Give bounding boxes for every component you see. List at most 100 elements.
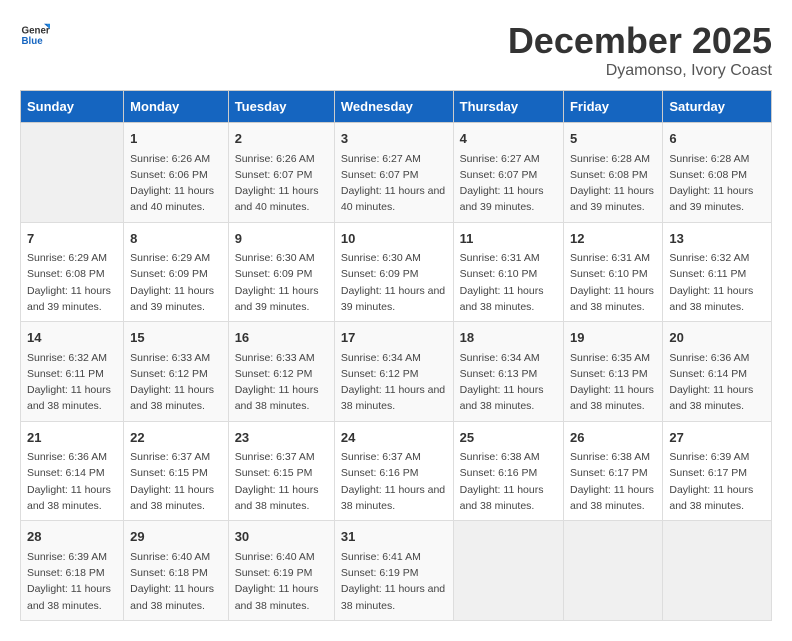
calendar-cell: 7Sunrise: 6:29 AMSunset: 6:08 PMDaylight… [21,222,124,322]
day-info: Sunrise: 6:38 AMSunset: 6:16 PMDaylight:… [460,449,557,514]
day-number: 8 [130,229,222,249]
day-number: 2 [235,129,328,149]
logo: General Blue General Blue [20,20,50,50]
calendar-cell: 16Sunrise: 6:33 AMSunset: 6:12 PMDayligh… [228,322,334,422]
day-number: 22 [130,428,222,448]
day-number: 24 [341,428,447,448]
calendar-cell: 30Sunrise: 6:40 AMSunset: 6:19 PMDayligh… [228,521,334,621]
day-info: Sunrise: 6:32 AMSunset: 6:11 PMDaylight:… [27,350,117,415]
day-info: Sunrise: 6:27 AMSunset: 6:07 PMDaylight:… [341,151,447,216]
day-number: 15 [130,328,222,348]
logo-icon: General Blue [20,20,50,50]
weekday-header-monday: Monday [124,91,229,123]
calendar-week-3: 14Sunrise: 6:32 AMSunset: 6:11 PMDayligh… [21,322,772,422]
day-info: Sunrise: 6:33 AMSunset: 6:12 PMDaylight:… [235,350,328,415]
calendar-cell: 31Sunrise: 6:41 AMSunset: 6:19 PMDayligh… [334,521,453,621]
day-info: Sunrise: 6:29 AMSunset: 6:08 PMDaylight:… [27,250,117,315]
day-number: 13 [669,229,765,249]
calendar-cell: 1Sunrise: 6:26 AMSunset: 6:06 PMDaylight… [124,123,229,223]
calendar-cell [21,123,124,223]
day-number: 30 [235,527,328,547]
calendar-cell: 18Sunrise: 6:34 AMSunset: 6:13 PMDayligh… [453,322,563,422]
day-number: 20 [669,328,765,348]
day-number: 3 [341,129,447,149]
day-number: 31 [341,527,447,547]
calendar-cell: 17Sunrise: 6:34 AMSunset: 6:12 PMDayligh… [334,322,453,422]
calendar-cell: 14Sunrise: 6:32 AMSunset: 6:11 PMDayligh… [21,322,124,422]
calendar-cell: 26Sunrise: 6:38 AMSunset: 6:17 PMDayligh… [563,421,662,521]
calendar-cell [453,521,563,621]
weekday-header-thursday: Thursday [453,91,563,123]
day-number: 4 [460,129,557,149]
day-number: 25 [460,428,557,448]
day-number: 5 [570,129,656,149]
day-number: 19 [570,328,656,348]
calendar-cell: 15Sunrise: 6:33 AMSunset: 6:12 PMDayligh… [124,322,229,422]
calendar-cell: 4Sunrise: 6:27 AMSunset: 6:07 PMDaylight… [453,123,563,223]
svg-text:General: General [22,26,51,37]
day-info: Sunrise: 6:33 AMSunset: 6:12 PMDaylight:… [130,350,222,415]
day-number: 10 [341,229,447,249]
calendar-cell: 24Sunrise: 6:37 AMSunset: 6:16 PMDayligh… [334,421,453,521]
day-info: Sunrise: 6:37 AMSunset: 6:15 PMDaylight:… [130,449,222,514]
calendar-week-4: 21Sunrise: 6:36 AMSunset: 6:14 PMDayligh… [21,421,772,521]
day-number: 6 [669,129,765,149]
day-info: Sunrise: 6:40 AMSunset: 6:19 PMDaylight:… [235,549,328,614]
day-info: Sunrise: 6:30 AMSunset: 6:09 PMDaylight:… [341,250,447,315]
day-number: 14 [27,328,117,348]
day-info: Sunrise: 6:36 AMSunset: 6:14 PMDaylight:… [27,449,117,514]
calendar-cell: 6Sunrise: 6:28 AMSunset: 6:08 PMDaylight… [663,123,772,223]
calendar-cell: 23Sunrise: 6:37 AMSunset: 6:15 PMDayligh… [228,421,334,521]
location-title: Dyamonso, Ivory Coast [508,62,772,80]
day-number: 18 [460,328,557,348]
calendar-cell: 8Sunrise: 6:29 AMSunset: 6:09 PMDaylight… [124,222,229,322]
day-number: 12 [570,229,656,249]
day-number: 29 [130,527,222,547]
calendar-cell: 9Sunrise: 6:30 AMSunset: 6:09 PMDaylight… [228,222,334,322]
calendar-cell: 10Sunrise: 6:30 AMSunset: 6:09 PMDayligh… [334,222,453,322]
day-info: Sunrise: 6:30 AMSunset: 6:09 PMDaylight:… [235,250,328,315]
calendar-cell [663,521,772,621]
calendar-cell: 12Sunrise: 6:31 AMSunset: 6:10 PMDayligh… [563,222,662,322]
day-info: Sunrise: 6:26 AMSunset: 6:06 PMDaylight:… [130,151,222,216]
calendar-table: SundayMondayTuesdayWednesdayThursdayFrid… [20,90,772,621]
day-info: Sunrise: 6:34 AMSunset: 6:12 PMDaylight:… [341,350,447,415]
day-info: Sunrise: 6:28 AMSunset: 6:08 PMDaylight:… [570,151,656,216]
calendar-cell: 13Sunrise: 6:32 AMSunset: 6:11 PMDayligh… [663,222,772,322]
weekday-header-friday: Friday [563,91,662,123]
day-info: Sunrise: 6:31 AMSunset: 6:10 PMDaylight:… [570,250,656,315]
title-block: December 2025 Dyamonso, Ivory Coast [508,20,772,80]
day-number: 7 [27,229,117,249]
calendar-cell: 2Sunrise: 6:26 AMSunset: 6:07 PMDaylight… [228,123,334,223]
weekday-header-wednesday: Wednesday [334,91,453,123]
page-header: General Blue General Blue December 2025 … [20,20,772,80]
calendar-week-1: 1Sunrise: 6:26 AMSunset: 6:06 PMDaylight… [21,123,772,223]
day-number: 16 [235,328,328,348]
calendar-cell: 22Sunrise: 6:37 AMSunset: 6:15 PMDayligh… [124,421,229,521]
calendar-week-2: 7Sunrise: 6:29 AMSunset: 6:08 PMDaylight… [21,222,772,322]
day-info: Sunrise: 6:26 AMSunset: 6:07 PMDaylight:… [235,151,328,216]
weekday-header-sunday: Sunday [21,91,124,123]
day-info: Sunrise: 6:41 AMSunset: 6:19 PMDaylight:… [341,549,447,614]
day-info: Sunrise: 6:35 AMSunset: 6:13 PMDaylight:… [570,350,656,415]
day-info: Sunrise: 6:39 AMSunset: 6:17 PMDaylight:… [669,449,765,514]
day-info: Sunrise: 6:34 AMSunset: 6:13 PMDaylight:… [460,350,557,415]
svg-text:Blue: Blue [22,36,44,47]
calendar-cell [563,521,662,621]
calendar-cell: 29Sunrise: 6:40 AMSunset: 6:18 PMDayligh… [124,521,229,621]
day-info: Sunrise: 6:37 AMSunset: 6:16 PMDaylight:… [341,449,447,514]
day-number: 23 [235,428,328,448]
day-number: 28 [27,527,117,547]
calendar-cell: 19Sunrise: 6:35 AMSunset: 6:13 PMDayligh… [563,322,662,422]
day-info: Sunrise: 6:28 AMSunset: 6:08 PMDaylight:… [669,151,765,216]
day-info: Sunrise: 6:29 AMSunset: 6:09 PMDaylight:… [130,250,222,315]
calendar-cell: 28Sunrise: 6:39 AMSunset: 6:18 PMDayligh… [21,521,124,621]
day-info: Sunrise: 6:38 AMSunset: 6:17 PMDaylight:… [570,449,656,514]
day-number: 11 [460,229,557,249]
day-number: 1 [130,129,222,149]
day-number: 17 [341,328,447,348]
calendar-cell: 27Sunrise: 6:39 AMSunset: 6:17 PMDayligh… [663,421,772,521]
day-info: Sunrise: 6:40 AMSunset: 6:18 PMDaylight:… [130,549,222,614]
calendar-cell: 3Sunrise: 6:27 AMSunset: 6:07 PMDaylight… [334,123,453,223]
calendar-cell: 11Sunrise: 6:31 AMSunset: 6:10 PMDayligh… [453,222,563,322]
